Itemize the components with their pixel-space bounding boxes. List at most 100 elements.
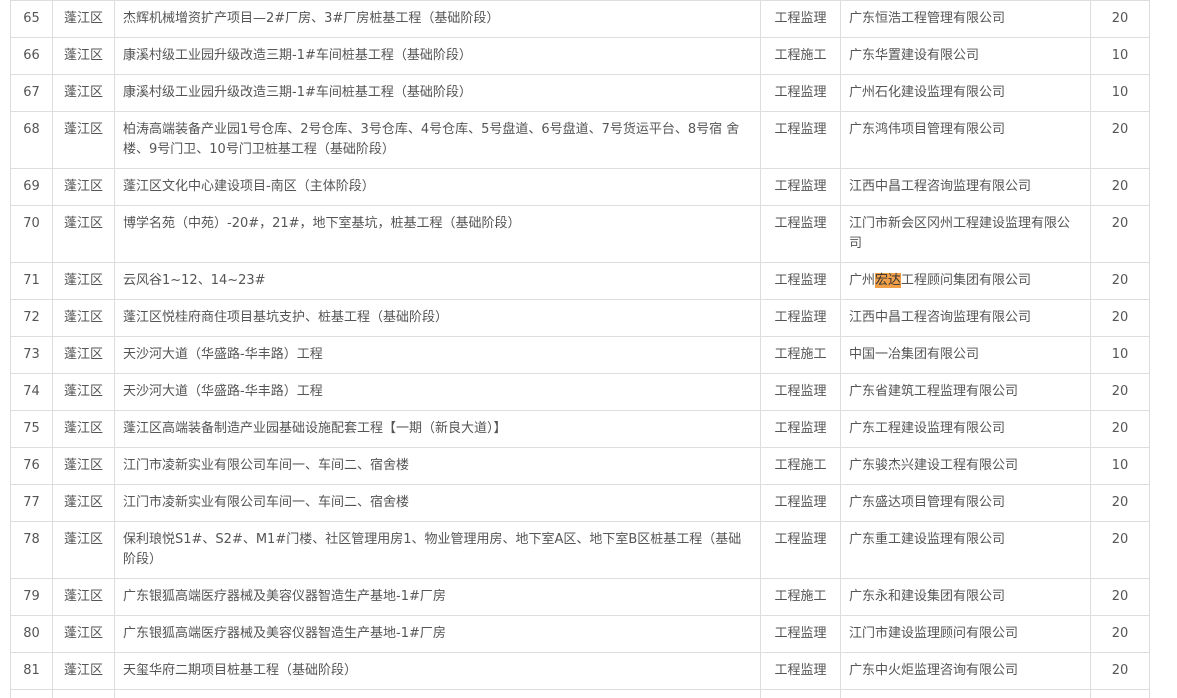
company-cell: 江门市新会区冈州工程建设监理有限公司 — [840, 205, 1091, 263]
search-match-highlight: 宏达 — [875, 273, 902, 288]
project-name-cell: 江门市凌新实业有限公司车间一、车间二、宿舍楼 — [114, 447, 761, 485]
company-cell: 广州石化建设监理有限公司 — [840, 74, 1091, 112]
project-type-cell: 工程施工 — [760, 578, 841, 616]
table-row: 65 蓬江区 杰辉机械增资扩产项目—2#厂房、3#厂房桩基工程（基础阶段） 工程… — [10, 0, 1150, 38]
score-cell: 20 — [1090, 373, 1150, 411]
results-table: 65 蓬江区 杰辉机械增资扩产项目—2#厂房、3#厂房桩基工程（基础阶段） 工程… — [10, 0, 1150, 698]
project-name-cell: 蓬江区高端装备制造产业园基础设施配套工程【一期（新良大道）】 — [114, 410, 761, 448]
row-number: 72 — [10, 299, 53, 337]
company-cell: 广东盛达项目管理有限公司 — [840, 484, 1091, 522]
project-type-cell: 工程监理 — [760, 168, 841, 206]
project-name-cell: 广东银狐高端医疗器械及美容仪器智造生产基地-1#厂房 — [114, 615, 761, 653]
table-row: 72 蓬江区 蓬江区悦桂府商住项目基坑支护、桩基工程（基础阶段） 工程监理 江西… — [10, 299, 1150, 337]
row-number: 66 — [10, 37, 53, 75]
district-cell: 蓬江区 — [52, 336, 115, 374]
table-row: 75 蓬江区 蓬江区高端装备制造产业园基础设施配套工程【一期（新良大道）】 工程… — [10, 410, 1150, 448]
project-name-cell: 杰辉机械增资扩产项目—2#厂房、3#厂房桩基工程（基础阶段） — [114, 0, 761, 38]
project-type-cell: 工程施工 — [760, 336, 841, 374]
score-cell: 20 — [1090, 652, 1150, 690]
row-number: 67 — [10, 74, 53, 112]
company-cell: 江西中昌工程咨询监理有限公司 — [840, 299, 1091, 337]
district-cell: 蓬江区 — [52, 484, 115, 522]
project-name-cell: 广东银狐高端医疗器械及美容仪器智造生产基地-1#厂房 — [114, 578, 761, 616]
company-cell: 广东永和建设集团有限公司 — [840, 578, 1091, 616]
district-cell: 蓬江区 — [52, 262, 115, 300]
project-type-cell: 工程监理 — [760, 0, 841, 38]
score-cell: 20 — [1090, 410, 1150, 448]
company-cell: 广东重工建设监理有限公司 — [840, 521, 1091, 579]
project-name-cell: 康溪村级工业园升级改造三期-1#车间桩基工程（基础阶段） — [114, 74, 761, 112]
company-cell: 广东鸿伟项目管理有限公司 — [840, 111, 1091, 169]
score-cell: 20 — [1090, 615, 1150, 653]
score-cell: 20 — [1090, 205, 1150, 263]
page: 65 蓬江区 杰辉机械增资扩产项目—2#厂房、3#厂房桩基工程（基础阶段） 工程… — [0, 0, 1177, 698]
project-name-cell: 保利琅悦S1#、S2#、M1#门楼、社区管理用房1、物业管理用房、地下室A区、地… — [114, 521, 761, 579]
project-type-cell: 工程监理 — [760, 205, 841, 263]
table-row: 81 蓬江区 天玺华府二期项目桩基工程（基础阶段） 工程监理 广东中火炬监理咨询… — [10, 652, 1150, 690]
district-cell: 蓬江区 — [52, 410, 115, 448]
project-type-cell: 工程施工 — [760, 37, 841, 75]
row-number: 77 — [10, 484, 53, 522]
row-number: 75 — [10, 410, 53, 448]
project-type-cell: 工程监理 — [760, 111, 841, 169]
company-cell: 江门市建设监理顾问有限公司 — [840, 615, 1091, 653]
district-cell: 蓬江区 — [52, 168, 115, 206]
score-cell: 20 — [1090, 262, 1150, 300]
project-name-cell: 博学名苑（中苑）-20#，21#，地下室基坑，桩基工程（基础阶段） — [114, 205, 761, 263]
score-cell: 10 — [1090, 447, 1150, 485]
project-type-cell: 工程监理 — [760, 262, 841, 300]
district-cell: 蓬江区 — [52, 373, 115, 411]
district-cell: 蓬江区 — [52, 615, 115, 653]
district-cell: 蓬江区 — [52, 578, 115, 616]
score-cell: 20 — [1090, 111, 1150, 169]
row-number: 71 — [10, 262, 53, 300]
table-row: 68 蓬江区 柏涛高端装备产业园1号仓库、2号仓库、3号仓库、4号仓库、5号盘道… — [10, 111, 1150, 169]
district-cell: 蓬江区 — [52, 37, 115, 75]
project-name-cell: 柏涛高端装备产业园1号仓库、2号仓库、3号仓库、4号仓库、5号盘道、6号盘道、7… — [114, 111, 761, 169]
project-type-cell: 工程监理 — [760, 615, 841, 653]
score-cell: 10 — [1090, 37, 1150, 75]
project-type-cell: 工程监理 — [760, 652, 841, 690]
table-row: 66 蓬江区 康溪村级工业园升级改造三期-1#车间桩基工程（基础阶段） 工程施工… — [10, 37, 1150, 75]
district-cell: 蓬江区 — [52, 652, 115, 690]
district-cell: 蓬江区 — [52, 521, 115, 579]
company-cell: 广州宏达工程顾问集团有限公司 — [840, 262, 1091, 300]
project-name-cell: 康溪村级工业园升级改造三期-1#车间桩基工程（基础阶段） — [114, 37, 761, 75]
row-number: 81 — [10, 652, 53, 690]
score-cell: 20 — [1090, 0, 1150, 38]
table-row: 80 蓬江区 广东银狐高端医疗器械及美容仪器智造生产基地-1#厂房 工程监理 江… — [10, 615, 1150, 653]
district-cell: 蓬江区 — [52, 111, 115, 169]
row-number: 70 — [10, 205, 53, 263]
row-number: 79 — [10, 578, 53, 616]
company-cell: 广东工程建设监理有限公司 — [840, 410, 1091, 448]
project-type-cell: 工程监理 — [760, 484, 841, 522]
project-type-cell: 工程施工 — [760, 447, 841, 485]
table-row: 67 蓬江区 康溪村级工业园升级改造三期-1#车间桩基工程（基础阶段） 工程监理… — [10, 74, 1150, 112]
score-cell: 10 — [1090, 336, 1150, 374]
table-row: 71 蓬江区 云风谷1~12、14~23# 工程监理 广州宏达工程顾问集团有限公… — [10, 262, 1150, 300]
table-row: 69 蓬江区 蓬江区文化中心建设项目-南区（主体阶段） 工程监理 江西中昌工程咨… — [10, 168, 1150, 206]
row-number: 76 — [10, 447, 53, 485]
company-cell: 中国一冶集团有限公司 — [840, 336, 1091, 374]
score-cell: 10 — [1090, 74, 1150, 112]
project-type-cell: 工程监理 — [760, 299, 841, 337]
project-type-cell: 工程监理 — [760, 373, 841, 411]
table-row: 77 蓬江区 江门市凌新实业有限公司车间一、车间二、宿舍楼 工程监理 广东盛达项… — [10, 484, 1150, 522]
score-cell: 20 — [1090, 299, 1150, 337]
table-row-clipped — [10, 689, 1150, 698]
district-cell: 蓬江区 — [52, 299, 115, 337]
district-cell: 蓬江区 — [52, 447, 115, 485]
score-cell: 20 — [1090, 578, 1150, 616]
company-cell: 广东中火炬监理咨询有限公司 — [840, 652, 1091, 690]
company-cell: 广东省建筑工程监理有限公司 — [840, 373, 1091, 411]
score-cell: 20 — [1090, 168, 1150, 206]
project-name-cell: 天玺华府二期项目桩基工程（基础阶段） — [114, 652, 761, 690]
project-name-cell: 江门市凌新实业有限公司车间一、车间二、宿舍楼 — [114, 484, 761, 522]
project-name-cell: 蓬江区文化中心建设项目-南区（主体阶段） — [114, 168, 761, 206]
row-number: 65 — [10, 0, 53, 38]
table-row: 73 蓬江区 天沙河大道（华盛路-华丰路）工程 工程施工 中国一冶集团有限公司 … — [10, 336, 1150, 374]
company-text-after-match: 工程顾问集团有限公司 — [901, 273, 1032, 288]
results-table-body: 65 蓬江区 杰辉机械增资扩产项目—2#厂房、3#厂房桩基工程（基础阶段） 工程… — [10, 0, 1150, 698]
project-type-cell: 工程监理 — [760, 74, 841, 112]
table-row: 76 蓬江区 江门市凌新实业有限公司车间一、车间二、宿舍楼 工程施工 广东骏杰兴… — [10, 447, 1150, 485]
